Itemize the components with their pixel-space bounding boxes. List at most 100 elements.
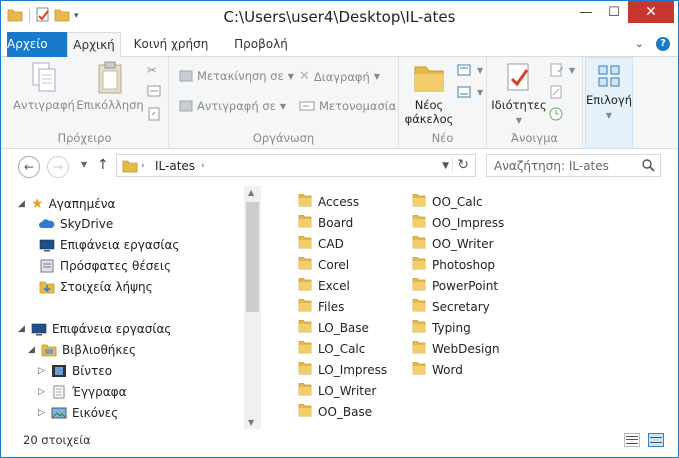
move-to-button[interactable]: Μετακίνηση σε ▼ [179,69,294,83]
tree-item-videos[interactable]: ▷ Βίντεο [38,364,112,378]
tree-item-libraries[interactable]: ◢ Βιβλιοθήκες [28,343,136,357]
tree-item-desktop[interactable]: Επιφάνεια εργασίας [39,238,179,252]
folder-item[interactable]: LO_Impress [298,361,387,378]
up-button[interactable]: ↑ [97,157,109,173]
collapse-icon[interactable]: ◢ [18,324,26,334]
folder-item[interactable]: Access [298,193,359,210]
chevron-right-icon[interactable]: › [141,161,145,171]
open-group: Ιδιότητες ▼ ▼ Άνοιγμα [487,57,583,149]
scroll-down-icon[interactable]: ▼ [248,418,254,427]
expand-icon[interactable]: ▷ [38,387,46,397]
new-item-button[interactable]: ▼ [457,63,483,77]
tree-item-desktop-root[interactable]: ◢ Επιφάνεια εργασίας [18,322,171,336]
scrollbar-thumb[interactable] [246,202,259,312]
folder-name: Corel [318,257,350,272]
folder-icon [412,298,426,315]
tree-item-downloads[interactable]: Στοιχεία λήψης [39,280,153,294]
skydrive-icon [39,219,55,228]
folder-item[interactable]: OO_Calc [412,193,483,210]
search-input[interactable]: Αναζήτηση: IL-ates [494,159,609,173]
collapse-icon[interactable]: ◢ [28,345,36,355]
new-item-icon [457,64,471,76]
tree-item-documents[interactable]: ▷ Έγγραφα [38,385,127,399]
folder-icon [298,340,312,357]
new-folder-button[interactable]: Νέος φάκελος [403,61,455,126]
history-button[interactable] [549,107,563,121]
open-button[interactable]: ▼ [549,63,575,77]
scissors-icon[interactable]: ✂ [147,63,157,77]
folder-item[interactable]: Excel [298,277,350,294]
collapse-icon[interactable]: ◢ [18,199,26,209]
large-icons-view-button[interactable] [648,433,664,447]
address-dropdown-button[interactable]: ▼ [442,161,449,171]
properties-icon [507,63,529,91]
paste-shortcut-icon[interactable] [147,107,161,121]
search-box[interactable]: Αναζήτηση: IL-ates [486,154,661,177]
folder-item[interactable]: WebDesign [412,340,500,357]
close-button[interactable]: ✕ [628,1,674,23]
maximize-button[interactable]: ☐ [600,1,628,23]
folder-item[interactable]: Files [298,298,344,315]
tree-item-label: Βίντεο [72,364,113,378]
explorer-window: ▾ C:\Users\user4\Desktop\IL-ates — ☐ ✕ Α… [0,0,679,458]
paste-button[interactable]: Επικόλληση [75,61,145,112]
folder-item[interactable]: Word [412,361,463,378]
refresh-icon[interactable]: ↻ [452,157,469,173]
easy-access-button[interactable]: ▼ [457,85,483,99]
expand-icon[interactable]: ▷ [38,408,46,418]
address-bar[interactable]: › IL-ates › ▼ ↻ [116,154,476,177]
folder-item[interactable]: Typing [412,319,471,336]
tree-item-pictures[interactable]: ▷ Εικόνες [38,406,118,420]
folder-item[interactable]: Corel [298,256,349,273]
clipboard-group-label: Πρόχειρο [57,131,112,145]
help-icon[interactable]: ? [656,37,670,51]
navigation-bar: ← → ▼ ↑ › IL-ates › ▼ ↻ Αναζήτηση: IL-at… [1,149,678,183]
copy-button[interactable]: Αντιγραφή [13,61,75,112]
folder-item[interactable]: Secretary [412,298,490,315]
folder-item[interactable]: Photoshop [412,256,495,273]
copy-path-icon[interactable] [147,85,161,97]
folder-icon [412,235,426,252]
tree-item-favorites[interactable]: ◢ ★ Αγαπημένα [18,196,115,212]
folder-item[interactable]: OO_Impress [412,214,504,231]
forward-button[interactable]: → [47,156,69,178]
folder-name: LO_Base [318,320,369,335]
folder-item[interactable]: Board [298,214,353,231]
expand-icon[interactable]: ▷ [38,366,46,376]
folder-item[interactable]: OO_Base [298,403,372,420]
nav-pane-scrollbar[interactable]: ▲ ▼ [244,186,261,429]
chevron-right-icon[interactable]: › [201,161,205,171]
tab-share[interactable]: Κοινή χρήση [131,32,211,57]
folder-icon [122,160,138,173]
properties-button[interactable]: Ιδιότητες ▼ [491,61,547,128]
delete-button[interactable]: ✕ Διαγραφή ▼ [299,69,380,84]
copy-to-button[interactable]: Αντιγραφή σε ▼ [179,99,286,113]
tree-item-skydrive[interactable]: SkyDrive [39,217,113,231]
back-button[interactable]: ← [18,156,40,178]
tree-item-label: Βιβλιοθήκες [62,343,137,357]
tree-item-label: Επιφάνεια εργασίας [52,322,172,336]
history-icon [549,107,563,121]
documents-icon [53,385,65,399]
tree-item-recent-places[interactable]: Πρόσφατες θέσεις [39,259,171,273]
tab-home[interactable]: Αρχική [67,32,121,58]
recent-locations-button[interactable]: ▼ [81,160,87,169]
tab-file[interactable]: Αρχείο [7,32,67,57]
folder-item[interactable]: OO_Writer [412,235,494,252]
rename-button[interactable]: Μετονομασία [299,99,396,113]
folder-item[interactable]: PowerPoint [412,277,498,294]
scroll-up-icon[interactable]: ▲ [248,188,254,197]
folder-item[interactable]: LO_Writer [298,382,376,399]
folder-item[interactable]: CAD [298,235,344,252]
tab-view[interactable]: Προβολή [229,32,293,57]
details-view-button[interactable] [624,433,640,447]
minimize-button[interactable]: — [572,1,600,23]
search-icon[interactable] [641,158,655,172]
chevron-down-icon[interactable]: ⌄ [635,37,644,51]
folder-icon [298,193,312,210]
address-text[interactable]: IL-ates [155,159,195,173]
folder-item[interactable]: LO_Base [298,319,369,336]
edit-button[interactable] [549,85,563,99]
folder-item[interactable]: LO_Calc [298,340,365,357]
select-button[interactable]: Επιλογή ▼ [586,62,632,123]
